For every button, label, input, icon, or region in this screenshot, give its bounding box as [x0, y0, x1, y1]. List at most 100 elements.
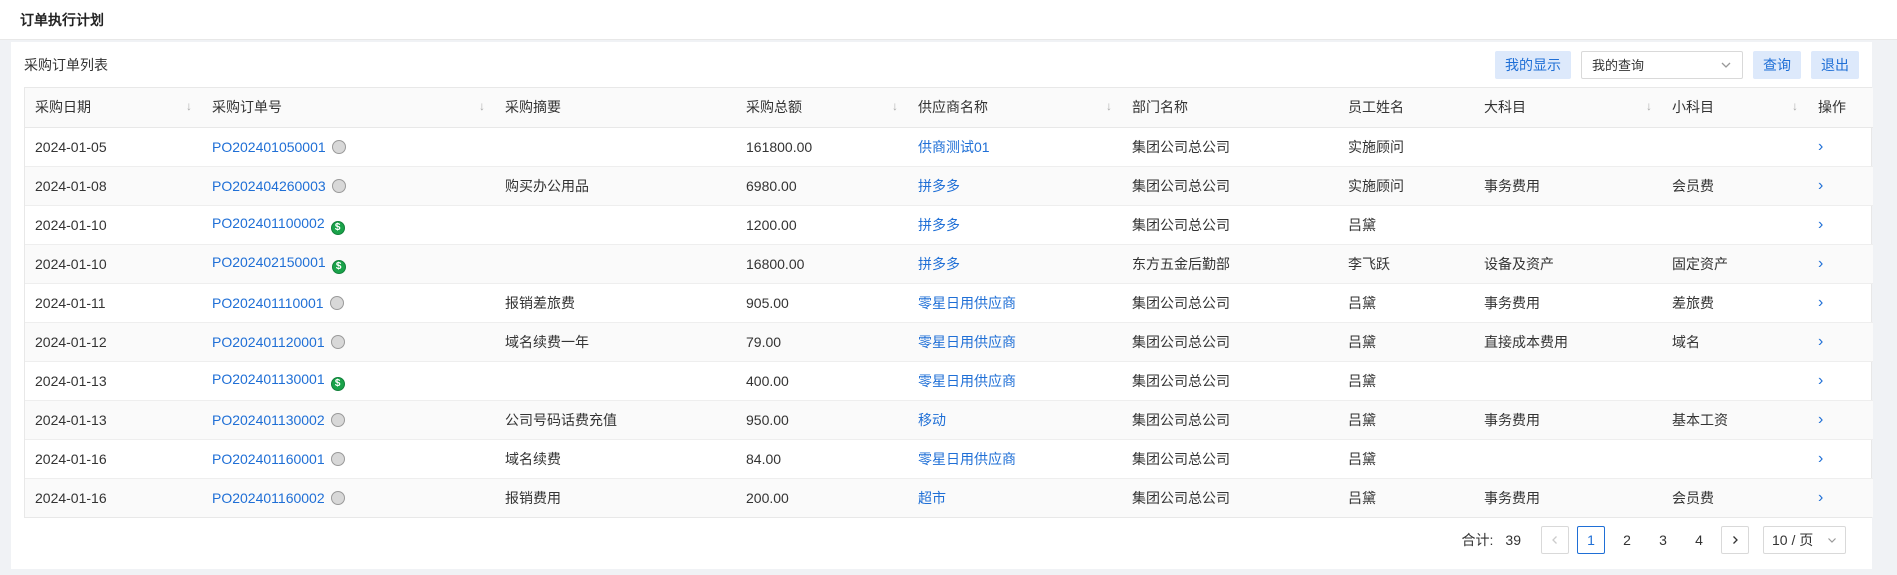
- pending-status-icon: [330, 490, 345, 505]
- cell-total-amount: 6980.00: [736, 166, 908, 206]
- cell-actions: ›: [1808, 322, 1873, 362]
- cell-actions: ›: [1808, 439, 1873, 479]
- supplier-link[interactable]: 供商测试01: [918, 139, 990, 155]
- column-header-minor-category[interactable]: 小科目 ↓: [1662, 88, 1808, 128]
- po-number-link[interactable]: PO202401110001: [212, 295, 324, 311]
- po-number-link[interactable]: PO202401050001: [212, 139, 326, 155]
- cell-department: 东方五金后勤部: [1122, 244, 1338, 284]
- cell-minor-category: [1662, 439, 1808, 479]
- chevron-right-icon[interactable]: ›: [1818, 294, 1823, 311]
- supplier-link[interactable]: 零星日用供应商: [918, 295, 1016, 311]
- cell-po-number: PO202401120001: [202, 322, 495, 362]
- cell-employee: 实施顾问: [1338, 127, 1474, 167]
- toolbar: 我的显示 我的查询 查询 退出: [1495, 50, 1859, 79]
- chevron-right-icon[interactable]: ›: [1818, 489, 1823, 506]
- column-header-purchase-date[interactable]: 采购日期 ↓: [25, 88, 202, 128]
- sort-arrow-icon[interactable]: ↓: [186, 99, 192, 113]
- pending-status-icon: [330, 334, 345, 349]
- supplier-link[interactable]: 拼多多: [918, 256, 960, 272]
- supplier-link[interactable]: 零星日用供应商: [918, 334, 1016, 350]
- supplier-link[interactable]: 拼多多: [918, 178, 960, 194]
- chevron-right-icon[interactable]: ›: [1818, 450, 1823, 467]
- page-title: 订单执行计划: [20, 11, 104, 28]
- page-number-4[interactable]: 4: [1685, 526, 1713, 554]
- chevron-right-icon[interactable]: ›: [1818, 372, 1823, 389]
- column-header-po-number[interactable]: 采购订单号 ↓: [202, 88, 495, 128]
- cell-supplier: 供商测试01: [908, 127, 1122, 167]
- cell-actions: ›: [1808, 205, 1873, 245]
- po-number-link[interactable]: PO202404260003: [212, 178, 326, 194]
- sort-arrow-icon[interactable]: ↓: [892, 99, 898, 113]
- cell-actions: ›: [1808, 244, 1873, 284]
- po-number-link[interactable]: PO202401100002: [212, 215, 325, 231]
- cell-department: 集团公司总公司: [1122, 283, 1338, 323]
- cell-minor-category: 会员费: [1662, 478, 1808, 517]
- chevron-right-icon[interactable]: ›: [1818, 216, 1823, 233]
- table-row: 2024-01-10 PO202402150001 $16800.00 拼多多 东方五金…: [25, 244, 1873, 284]
- total-label: 合计:: [1461, 532, 1494, 548]
- cell-major-category: [1474, 127, 1662, 167]
- cell-total-amount: 16800.00: [736, 244, 908, 284]
- column-header-total-amount[interactable]: 采购总额 ↓: [736, 88, 908, 128]
- cell-department: 集团公司总公司: [1122, 361, 1338, 401]
- table-row: 2024-01-08 PO202404260003 购买办公用品 6980.00 拼多多…: [25, 166, 1873, 206]
- chevron-right-icon[interactable]: ›: [1818, 138, 1823, 155]
- chevron-right-icon[interactable]: ›: [1818, 177, 1823, 194]
- table-row: 2024-01-12 PO202401120001 域名续费一年 79.00 零星日用供…: [25, 322, 1873, 362]
- column-header-major-category[interactable]: 大科目 ↓: [1474, 88, 1662, 128]
- po-number-link[interactable]: PO202401130002: [212, 412, 325, 428]
- po-number-link[interactable]: PO202401160001: [212, 451, 325, 467]
- chevron-right-icon[interactable]: ›: [1818, 255, 1823, 272]
- cell-actions: ›: [1808, 283, 1873, 323]
- chevron-left-icon: [1552, 536, 1557, 544]
- exit-button[interactable]: 退出: [1811, 50, 1859, 79]
- cell-supplier: 零星日用供应商: [908, 361, 1122, 401]
- supplier-link[interactable]: 超市: [918, 490, 946, 506]
- supplier-link[interactable]: 零星日用供应商: [918, 451, 1016, 467]
- panel-title: 采购订单列表: [24, 56, 108, 73]
- po-number-link[interactable]: PO202401120001: [212, 334, 325, 350]
- cell-summary: [495, 127, 736, 167]
- order-list-panel: 采购订单列表 我的显示 我的查询 查询 退出 采购日期 ↓ 采购订单号 ↓ 采购摘要…: [11, 42, 1873, 569]
- page-number-1[interactable]: 1: [1577, 526, 1605, 554]
- po-number-link[interactable]: PO202401160002: [212, 490, 325, 506]
- cell-employee: 吕黛: [1338, 478, 1474, 517]
- cell-total-amount: 84.00: [736, 439, 908, 479]
- supplier-link[interactable]: 拼多多: [918, 217, 960, 233]
- column-header-supplier[interactable]: 供应商名称 ↓: [908, 88, 1122, 128]
- supplier-link[interactable]: 移动: [918, 412, 946, 428]
- cell-major-category: [1474, 439, 1662, 479]
- po-number-link[interactable]: PO202401130001: [212, 371, 325, 387]
- sort-arrow-icon[interactable]: ↓: [479, 99, 485, 113]
- cell-minor-category: 域名: [1662, 322, 1808, 362]
- cell-summary: [495, 244, 736, 284]
- page-size-value: 10 / 页: [1772, 532, 1814, 548]
- cell-purchase-date: 2024-01-16: [25, 439, 202, 479]
- cell-supplier: 移动: [908, 400, 1122, 440]
- page-number-2[interactable]: 2: [1613, 526, 1641, 554]
- page-size-select[interactable]: 10 / 页: [1763, 526, 1846, 554]
- cell-summary: [495, 361, 736, 401]
- supplier-link[interactable]: 零星日用供应商: [918, 373, 1016, 389]
- cell-actions: ›: [1808, 127, 1873, 167]
- cell-supplier: 拼多多: [908, 166, 1122, 206]
- cell-purchase-date: 2024-01-05: [25, 127, 202, 167]
- next-page-button[interactable]: [1721, 526, 1749, 554]
- cell-summary: 报销费用: [495, 478, 736, 517]
- prev-page-button[interactable]: [1541, 526, 1569, 554]
- pagination: 合计: 39 1234 10 / 页: [1462, 526, 1846, 554]
- sort-arrow-icon[interactable]: ↓: [1106, 99, 1112, 113]
- page-number-3[interactable]: 3: [1649, 526, 1677, 554]
- pending-status-icon: [331, 139, 346, 154]
- search-button[interactable]: 查询: [1753, 50, 1801, 79]
- my-display-button[interactable]: 我的显示: [1495, 50, 1571, 79]
- cell-major-category: 事务费用: [1474, 478, 1662, 517]
- sort-arrow-icon[interactable]: ↓: [1792, 99, 1798, 113]
- po-number-link[interactable]: PO202402150001: [212, 254, 326, 270]
- my-query-select[interactable]: 我的查询: [1581, 50, 1743, 79]
- chevron-right-icon[interactable]: ›: [1818, 333, 1823, 350]
- sort-arrow-icon[interactable]: ↓: [1646, 99, 1652, 113]
- chevron-right-icon[interactable]: ›: [1818, 411, 1823, 428]
- cell-supplier: 拼多多: [908, 205, 1122, 245]
- table-row: 2024-01-16 PO202401160001 域名续费 84.00 零星日用供应商…: [25, 439, 1873, 479]
